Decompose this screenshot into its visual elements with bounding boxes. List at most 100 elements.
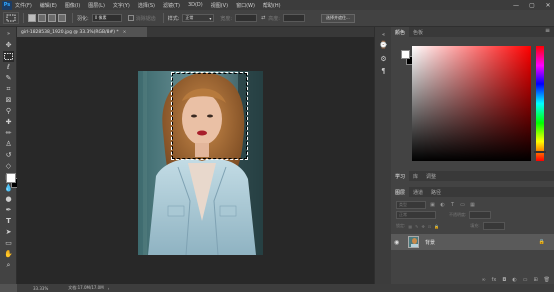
lock-paint-icon[interactable]: ✎: [415, 224, 418, 229]
history-brush-icon[interactable]: ↺: [3, 150, 14, 161]
paragraph-panel-icon[interactable]: ¶: [379, 66, 388, 75]
shape-filter-icon[interactable]: ▭: [459, 201, 466, 208]
menu-3d[interactable]: 3D(D): [188, 2, 203, 8]
maximize-button[interactable]: ▢: [529, 2, 535, 9]
layer-lock-icon: 🔒: [538, 239, 545, 245]
hand-tool-icon[interactable]: ✋: [3, 249, 14, 260]
lock-artboard-icon[interactable]: ⊡: [428, 224, 431, 229]
blend-mode-select[interactable]: 正常: [396, 211, 436, 219]
intersect-selection-button[interactable]: [58, 14, 66, 22]
move-tool-icon[interactable]: ✥: [3, 40, 14, 51]
brush-tool-icon[interactable]: ✏: [3, 128, 14, 139]
menu-select[interactable]: 选择(S): [138, 2, 155, 9]
menu-layer[interactable]: 图层(L): [88, 2, 105, 9]
new-adjustment-icon[interactable]: ◐: [512, 277, 516, 283]
document-image[interactable]: [138, 71, 263, 255]
color-picker-field[interactable]: [412, 46, 531, 161]
menu-type[interactable]: 文字(Y): [113, 2, 130, 9]
panel-foreground-swatch[interactable]: [401, 50, 410, 59]
subtract-selection-button[interactable]: [48, 14, 56, 22]
menu-edit[interactable]: 编辑(E): [40, 2, 57, 9]
tool-preset-picker[interactable]: [3, 12, 19, 24]
tab-channels[interactable]: 通道: [409, 187, 427, 197]
delete-layer-icon[interactable]: 🗑: [544, 277, 550, 283]
feather-input[interactable]: 0 像素: [91, 14, 122, 22]
tab-color[interactable]: 颜色: [391, 27, 410, 37]
tab-libraries[interactable]: 库: [409, 171, 422, 181]
menu-window[interactable]: 窗口(W): [236, 2, 255, 9]
divider: [72, 13, 73, 23]
visibility-eye-icon[interactable]: ◉: [394, 239, 404, 246]
history-panel-icon[interactable]: ⌚: [379, 40, 388, 49]
marquee-tool-icon[interactable]: [3, 51, 14, 62]
menu-image[interactable]: 图像(I): [65, 2, 80, 9]
layer-name[interactable]: 背景: [425, 239, 435, 246]
select-and-mask-button[interactable]: 选择并遮住...: [320, 13, 355, 23]
menu-view[interactable]: 视图(V): [211, 2, 228, 9]
smart-filter-icon[interactable]: ▦: [469, 201, 476, 208]
tab-layers[interactable]: 图层: [391, 187, 410, 197]
properties-panel-icon[interactable]: ⚙: [379, 54, 388, 63]
collapse-icon[interactable]: »: [3, 29, 14, 40]
eraser-tool-icon[interactable]: ◇: [3, 161, 14, 172]
eyedropper-tool-icon[interactable]: ⚲: [3, 106, 14, 117]
height-input[interactable]: [282, 14, 305, 22]
type-tool-icon[interactable]: T: [3, 216, 14, 227]
swap-icon[interactable]: ⇄: [261, 15, 265, 21]
clone-stamp-icon[interactable]: ♙: [3, 139, 14, 150]
link-layers-icon[interactable]: ∞: [481, 277, 485, 283]
lock-label: 锁定:: [396, 223, 406, 228]
crop-tool-icon[interactable]: ⌗: [3, 84, 14, 95]
quick-select-tool-icon[interactable]: ✎: [3, 73, 14, 84]
image-filter-icon[interactable]: ▣: [429, 201, 436, 208]
hue-slider[interactable]: [536, 46, 544, 161]
add-mask-icon[interactable]: ◘: [502, 277, 506, 283]
chevron-down-icon: ▾: [209, 15, 212, 21]
lasso-tool-icon[interactable]: ℓ: [3, 62, 14, 73]
tab-swatches[interactable]: 色板: [409, 27, 427, 37]
canvas-area[interactable]: [17, 37, 374, 284]
fill-input[interactable]: [482, 222, 505, 230]
new-selection-button[interactable]: [28, 14, 36, 22]
layer-filter-select[interactable]: 类型: [396, 200, 426, 209]
lock-pixels-icon[interactable]: ▦: [408, 224, 412, 229]
tab-learn[interactable]: 学习: [391, 171, 410, 181]
close-button[interactable]: ✕: [545, 2, 551, 9]
add-selection-button[interactable]: [38, 14, 46, 22]
new-layer-icon[interactable]: ⊞: [533, 277, 537, 283]
layer-item[interactable]: ◉ 背景 🔒: [391, 234, 554, 250]
adjust-filter-icon[interactable]: ◐: [439, 201, 446, 208]
minimize-button[interactable]: —: [513, 2, 519, 9]
style-select[interactable]: 正常 ▾: [182, 14, 215, 22]
lock-all-icon[interactable]: 🔒: [434, 224, 439, 229]
tab-adjustments[interactable]: 调整: [422, 171, 440, 181]
foreground-color-swatch[interactable]: [6, 173, 16, 183]
hue-slider-thumb[interactable]: [534, 151, 546, 153]
selection-marquee[interactable]: [171, 72, 248, 160]
menu-filter[interactable]: 滤镜(T): [163, 2, 180, 9]
zoom-level[interactable]: 33.33%: [33, 286, 48, 291]
antialias-checkbox[interactable]: [127, 15, 134, 21]
healing-brush-icon[interactable]: ✚: [3, 117, 14, 128]
chevron-right-icon[interactable]: ›: [108, 286, 110, 291]
frame-tool-icon[interactable]: ⊠: [3, 95, 14, 106]
panel-menu-icon[interactable]: ≡: [545, 27, 550, 34]
shape-tool-icon[interactable]: ▭: [3, 238, 14, 249]
type-filter-icon[interactable]: T: [449, 201, 456, 208]
menu-file[interactable]: 文件(F): [15, 2, 32, 9]
zoom-tool-icon[interactable]: ⌕: [3, 260, 14, 271]
fill-label: 填充:: [470, 223, 480, 228]
path-select-icon[interactable]: ➤: [3, 227, 14, 238]
menu-help[interactable]: 帮助(H): [263, 2, 281, 9]
document-tab[interactable]: girl-1828538_1920.jpg @ 33.3%(RGB/8#) * …: [17, 27, 147, 37]
lock-move-icon[interactable]: ✥: [422, 224, 425, 229]
width-input[interactable]: [235, 14, 258, 22]
layer-style-icon[interactable]: fx: [492, 277, 497, 283]
dodge-tool-icon[interactable]: ●: [3, 194, 14, 205]
new-group-icon[interactable]: ▭: [523, 277, 528, 283]
opacity-input[interactable]: [469, 211, 492, 219]
pen-tool-icon[interactable]: ✒: [3, 205, 14, 216]
collapse-icon[interactable]: «: [379, 30, 388, 39]
tab-paths[interactable]: 路径: [427, 187, 445, 197]
close-tab-icon[interactable]: ×: [123, 30, 127, 35]
